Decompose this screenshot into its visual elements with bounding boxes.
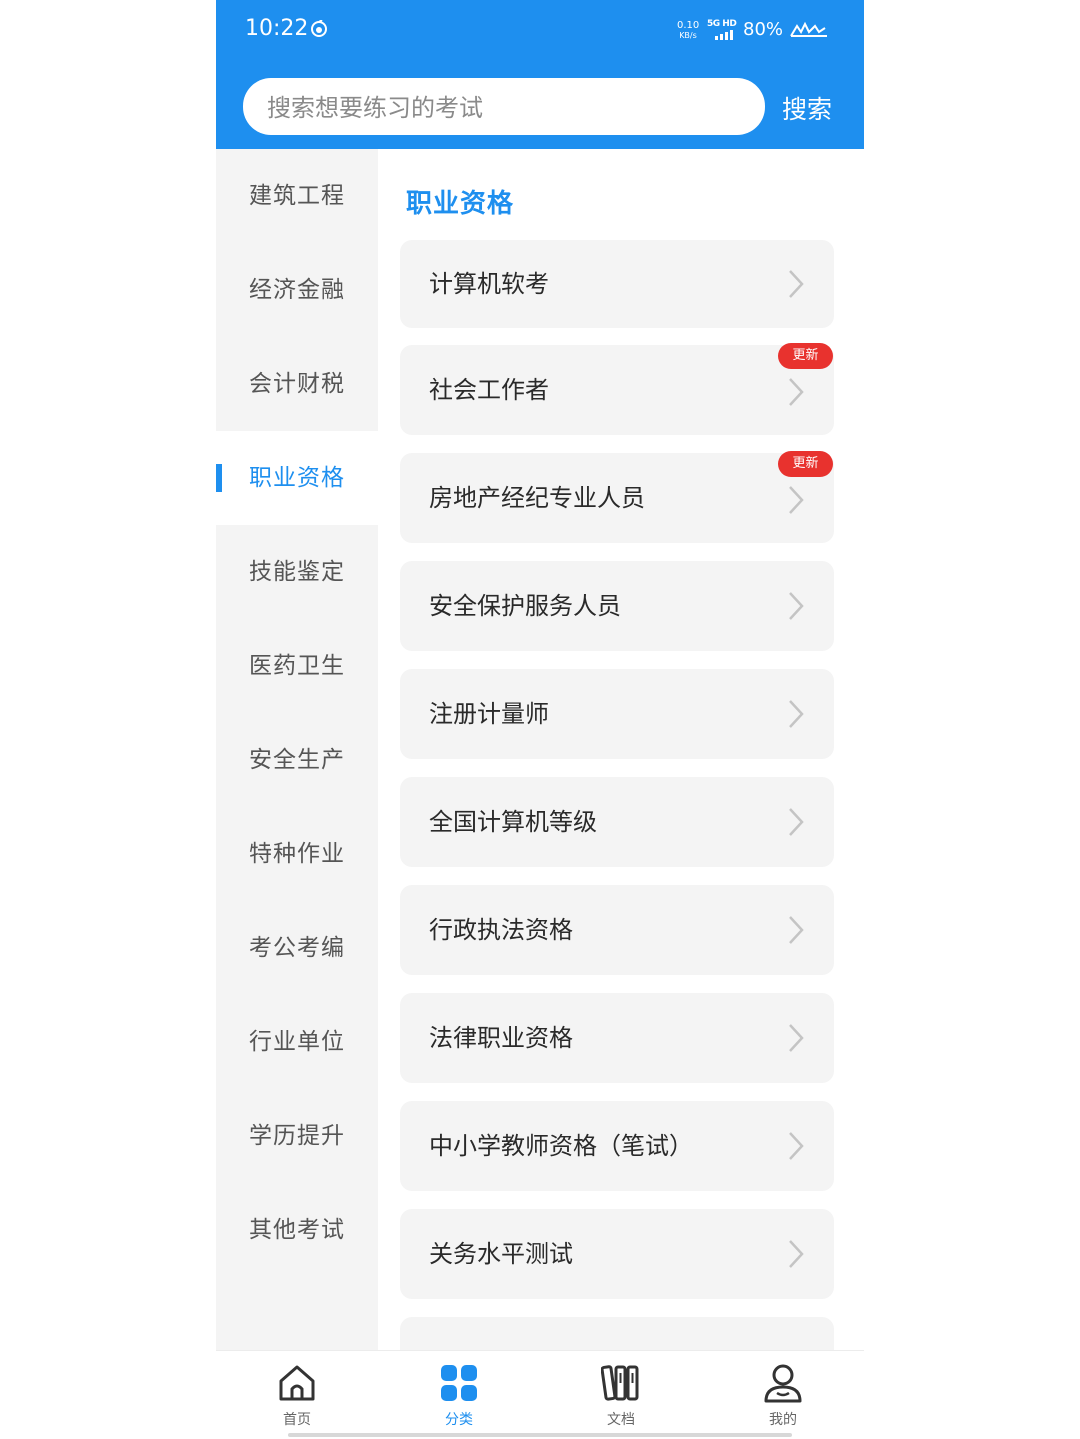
- sidebar-item-professional-qualification[interactable]: 职业资格: [216, 431, 378, 525]
- search-button[interactable]: 搜索: [782, 90, 832, 126]
- tab-label: 文档: [607, 1412, 635, 1428]
- exam-item-label: 中小学教师资格（笔试）: [429, 1132, 693, 1160]
- chevron-right-icon: [789, 916, 804, 944]
- chevron-right-icon: [789, 378, 804, 406]
- exam-item-label: 行政执法资格: [429, 916, 573, 944]
- sidebar-item-label: 其他考试: [249, 1217, 345, 1243]
- exam-item[interactable]: 行政执法资格: [400, 885, 834, 975]
- section-title: 职业资格: [406, 189, 515, 219]
- exam-item[interactable]: 计算机软考: [400, 240, 834, 328]
- tab-profile[interactable]: 我的: [702, 1351, 864, 1439]
- network-type: 5G HD: [707, 19, 737, 29]
- tab-label: 分类: [445, 1412, 473, 1428]
- sidebar-item-other-exams[interactable]: 其他考试: [216, 1183, 378, 1277]
- signal-bars-icon: [715, 30, 733, 40]
- update-badge: 更新: [778, 451, 833, 477]
- sidebar-item-label: 行业单位: [249, 1029, 345, 1055]
- document-icon: [601, 1365, 639, 1401]
- home-indicator: [288, 1433, 792, 1437]
- tab-documents[interactable]: 文档: [540, 1351, 702, 1439]
- network-speed: 0.10 KB/s: [677, 21, 699, 41]
- tab-label: 首页: [283, 1412, 311, 1428]
- header: 10:22 0.10 KB/s 5G HD 80% 搜索想要练习的考试 搜索: [216, 0, 864, 149]
- sidebar-item-label: 建筑工程: [249, 183, 345, 209]
- exam-item[interactable]: 关务水平测试: [400, 1209, 834, 1299]
- sidebar-item-label: 职业资格: [249, 465, 345, 491]
- phone-screen: 10:22 0.10 KB/s 5G HD 80% 搜索想要练习的考试 搜索 建…: [216, 0, 864, 1439]
- sidebar-item-medical-health[interactable]: 医药卫生: [216, 619, 378, 713]
- category-sidebar: 建筑工程 经济金融 会计财税 职业资格 技能鉴定 医药卫生 安全生产 特种作业 …: [216, 149, 378, 1350]
- net-speed-value: 0.10: [677, 20, 700, 31]
- chevron-right-icon: [789, 1240, 804, 1268]
- exam-item-label: 社会工作者: [429, 376, 549, 404]
- sync-icon: [311, 20, 327, 37]
- exam-item[interactable]: 全国计算机等级: [400, 777, 834, 867]
- signal-icon: 5G HD: [707, 19, 737, 41]
- exam-item-label: 法律职业资格: [429, 1024, 573, 1052]
- sidebar-item-economics-finance[interactable]: 经济金融: [216, 243, 378, 337]
- exam-item-partial[interactable]: [400, 1317, 834, 1350]
- chevron-right-icon: [789, 808, 804, 836]
- exam-item[interactable]: 社会工作者 更新: [400, 343, 834, 435]
- sidebar-item-label: 技能鉴定: [249, 559, 345, 585]
- exam-item-label: 安全保护服务人员: [429, 592, 621, 620]
- sidebar-item-industry-units[interactable]: 行业单位: [216, 995, 378, 1089]
- status-bar: 10:22 0.10 KB/s 5G HD 80%: [216, 0, 864, 60]
- exam-item-label: 关务水平测试: [429, 1240, 573, 1268]
- sidebar-item-label: 考公考编: [249, 935, 345, 961]
- chevron-right-icon: [789, 592, 804, 620]
- sidebar-item-label: 学历提升: [249, 1123, 345, 1149]
- sidebar-item-civil-service[interactable]: 考公考编: [216, 901, 378, 995]
- sidebar-item-special-operations[interactable]: 特种作业: [216, 807, 378, 901]
- bottom-tab-bar: 首页 分类 文档 我的: [216, 1350, 864, 1439]
- chevron-right-icon: [789, 270, 804, 298]
- search-input[interactable]: [265, 88, 749, 128]
- sidebar-item-label: 经济金融: [249, 277, 345, 303]
- status-time: 10:22: [245, 16, 309, 41]
- sidebar-item-label: 医药卫生: [249, 653, 345, 679]
- battery-icon: [790, 21, 827, 37]
- exam-item-label: 计算机软考: [429, 270, 549, 298]
- exam-item[interactable]: 法律职业资格: [400, 993, 834, 1083]
- chevron-right-icon: [789, 486, 804, 514]
- chevron-right-icon: [789, 1132, 804, 1160]
- exam-item-label: 注册计量师: [429, 700, 549, 728]
- exam-item-label: 全国计算机等级: [429, 808, 597, 836]
- chevron-right-icon: [789, 700, 804, 728]
- exam-item[interactable]: 注册计量师: [400, 669, 834, 759]
- tab-category[interactable]: 分类: [378, 1351, 540, 1439]
- update-badge: 更新: [778, 343, 833, 369]
- sidebar-item-construction[interactable]: 建筑工程: [216, 149, 378, 243]
- battery-percent: 80%: [743, 19, 784, 40]
- exam-item-label: 房地产经纪专业人员: [429, 484, 645, 512]
- sidebar-item-label: 安全生产: [249, 747, 345, 773]
- tab-label: 我的: [769, 1412, 797, 1428]
- exam-item[interactable]: 安全保护服务人员: [400, 561, 834, 651]
- sidebar-item-education[interactable]: 学历提升: [216, 1089, 378, 1183]
- sidebar-item-accounting-tax[interactable]: 会计财税: [216, 337, 378, 431]
- exam-item[interactable]: 中小学教师资格（笔试）: [400, 1101, 834, 1191]
- sidebar-item-label: 特种作业: [249, 841, 345, 867]
- profile-icon: [764, 1364, 802, 1403]
- search-bar[interactable]: [243, 78, 765, 135]
- net-speed-unit: KB/s: [679, 31, 697, 40]
- exam-list-panel: 职业资格 计算机软考 社会工作者 更新 房地产经纪专业人员 更新 安全保护服务人…: [378, 149, 864, 1350]
- chevron-right-icon: [789, 1024, 804, 1052]
- home-icon: [279, 1365, 315, 1401]
- exam-item[interactable]: 房地产经纪专业人员 更新: [400, 451, 834, 543]
- category-icon: [441, 1365, 477, 1401]
- tab-home[interactable]: 首页: [216, 1351, 378, 1439]
- sidebar-item-skill-appraisal[interactable]: 技能鉴定: [216, 525, 378, 619]
- active-indicator: [216, 464, 222, 492]
- sidebar-item-label: 会计财税: [249, 371, 345, 397]
- sidebar-item-work-safety[interactable]: 安全生产: [216, 713, 378, 807]
